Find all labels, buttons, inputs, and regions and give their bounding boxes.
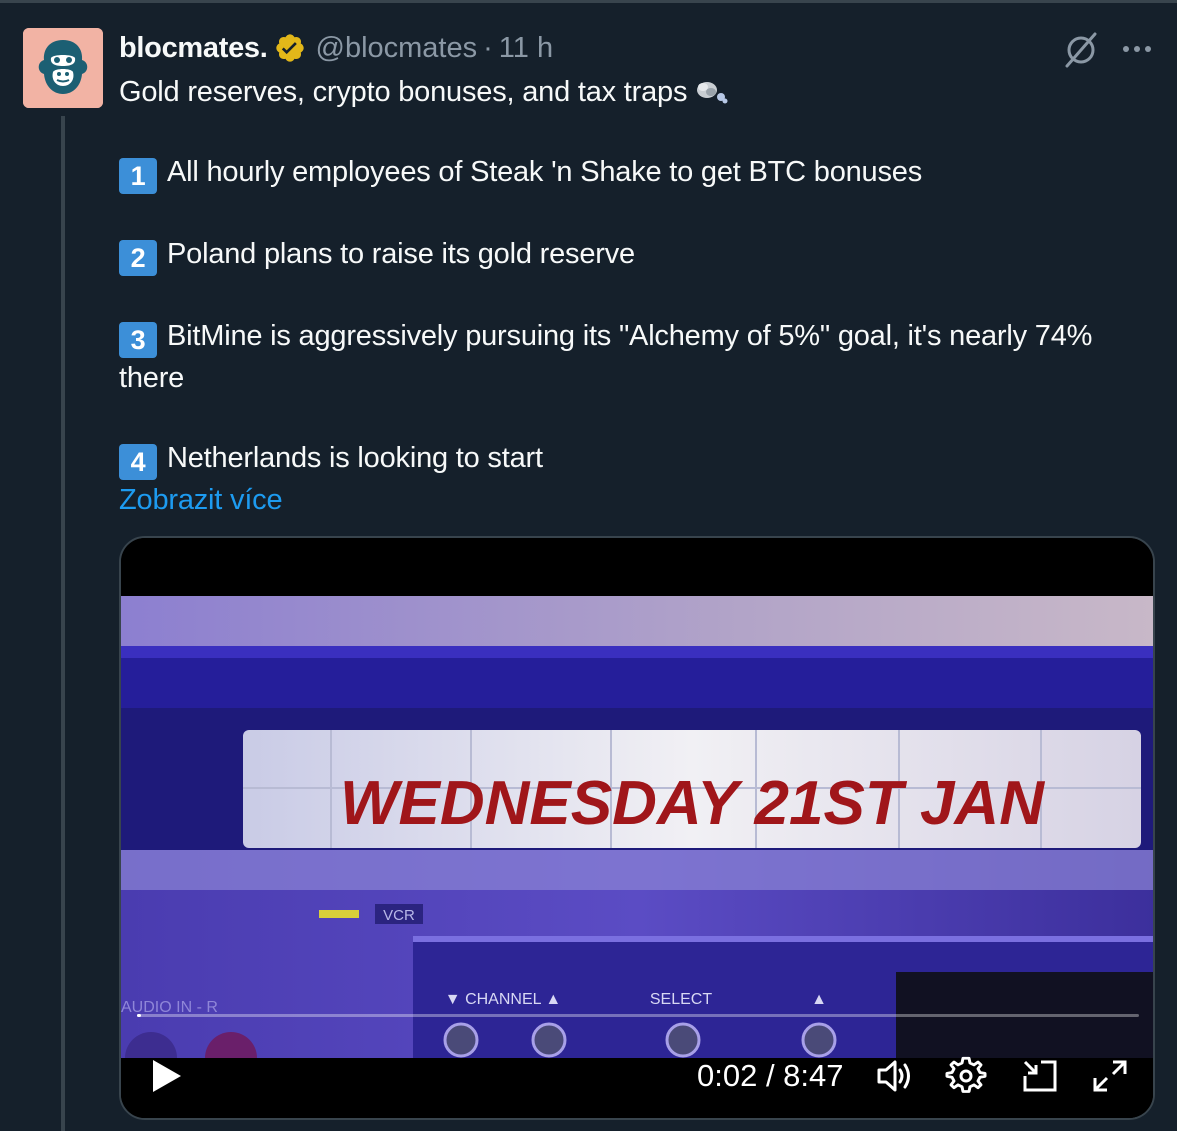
keycap-2-icon: 2 xyxy=(119,240,157,276)
keycap-4-icon: 4 xyxy=(119,444,157,480)
list-item-text: Netherlands is looking to start xyxy=(167,442,543,474)
video-progress-fill xyxy=(137,1014,141,1017)
vcr-label: VCR xyxy=(383,907,415,924)
author-handle[interactable]: @blocmates xyxy=(316,32,478,65)
thread-line xyxy=(61,116,65,1131)
tweet-timestamp[interactable]: 11 h xyxy=(499,32,553,65)
verified-badge-icon[interactable] xyxy=(274,32,306,64)
list-item-text: BitMine is aggressively pursuing its "Al… xyxy=(119,320,1093,394)
list-item-4: 4 Netherlands is looking to start xyxy=(119,438,1159,480)
settings-gear-icon[interactable] xyxy=(945,1056,987,1096)
top-divider xyxy=(0,0,1177,3)
tweet-intro: Gold reserves, crypto bonuses, and tax t… xyxy=(119,76,688,108)
tweet-intro-line: Gold reserves, crypto bonuses, and tax t… xyxy=(119,72,1159,112)
tweet-text: Gold reserves, crypto bonuses, and tax t… xyxy=(119,72,1159,520)
gorilla-logo-icon xyxy=(23,28,103,108)
keycap-3-icon: 3 xyxy=(119,322,157,358)
select-label: SELECT xyxy=(650,991,712,1008)
grok-icon[interactable] xyxy=(1061,30,1101,70)
brain-emoji-icon xyxy=(693,77,731,107)
video-time-readout: 0:02 / 8:47 xyxy=(697,1058,844,1093)
video-player[interactable]: WEDNESDAY 21ST JAN VCR ▼ CHANNEL ▲ SELEC… xyxy=(119,536,1155,1120)
video-controls-bar xyxy=(121,1058,1153,1118)
keycap-1-icon: 1 xyxy=(119,158,157,194)
show-more-link[interactable]: Zobrazit více xyxy=(119,484,283,516)
more-options-icon[interactable] xyxy=(1118,34,1158,64)
video-date-text: WEDNESDAY 21ST JAN xyxy=(340,769,1045,838)
tweet-header: blocmates. @blocmates · 11 h xyxy=(119,28,553,68)
header-separator: · xyxy=(483,31,493,64)
channel-label: ▼ CHANNEL ▲ xyxy=(445,991,561,1008)
author-display-name[interactable]: blocmates. xyxy=(119,32,268,65)
video-progress-bar[interactable] xyxy=(137,1014,1139,1017)
eject-label: ▲ xyxy=(811,991,827,1008)
avatar[interactable] xyxy=(23,28,103,108)
fullscreen-icon[interactable] xyxy=(1089,1056,1131,1096)
picture-in-picture-icon[interactable] xyxy=(1019,1056,1061,1096)
list-item-text: All hourly employees of Steak 'n Shake t… xyxy=(167,156,923,188)
play-icon[interactable] xyxy=(147,1056,187,1096)
volume-icon[interactable] xyxy=(873,1056,915,1096)
list-item-1: 1 All hourly employees of Steak 'n Shake … xyxy=(119,152,1159,194)
list-item-3: 3 BitMine is aggressively pursuing its "A… xyxy=(119,316,1159,398)
list-item-2: 2 Poland plans to raise its gold reserve xyxy=(119,234,1159,276)
video-frame: WEDNESDAY 21ST JAN VCR ▼ CHANNEL ▲ SELEC… xyxy=(121,538,1153,1118)
list-item-text: Poland plans to raise its gold reserve xyxy=(167,238,635,270)
